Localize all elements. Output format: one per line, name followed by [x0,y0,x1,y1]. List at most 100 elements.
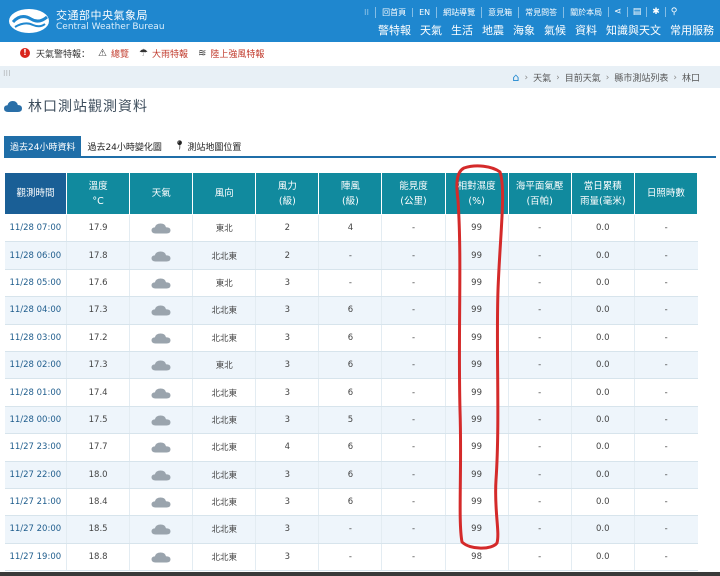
nav-knowledge[interactable]: 知識與天文 [606,22,661,38]
table-row: 11/28 00:00 17.5 北北東 3 5-99-0.0- [4,406,698,435]
humidity-cell: 99 [444,296,509,325]
obs-time-cell: 11/27 20:00 [4,515,67,544]
settings-icon[interactable]: ✱ [646,7,665,17]
col-wind-force-header-text: (級) [278,195,296,207]
wind-direction-cell: 北北東 [192,488,256,517]
wind-force-cell: 3 [255,324,319,352]
breadcrumb-current-weather[interactable]: 目前天氣 [565,71,601,84]
temperature-cell: 17.6 [66,269,130,298]
toplink-about[interactable]: 關於本局 [563,6,608,18]
home-icon[interactable]: ⌂ [513,71,520,84]
table-row: 11/27 20:00 18.5 北北東 3- -99-0.0- [4,515,698,544]
print-icon[interactable]: ▤ [626,7,647,17]
cwb-logo[interactable] [6,6,52,36]
col-obs-time-header-text: 觀測時間 [16,188,55,199]
heavy-rain-icon: ☂ [139,47,148,59]
col-sea-level-pressure-header-text: 海平面氣壓 [515,180,564,192]
warning-triangle-icon: ⚠ [98,47,107,59]
sunshine-cell: - [633,433,698,462]
cloudy-icon [151,251,171,262]
wind-direction-cell: 北北東 [192,461,256,489]
org-name-en[interactable]: Central Weather Bureau [56,22,165,32]
col-visibility-header-text: 能見度 [399,180,428,192]
main-nav: 警特報 天氣 生活 地震 海象 氣候 資料 知識與天文 常用服務 [369,22,714,38]
sunshine-cell: - [633,378,698,407]
alert-icon: ! [20,48,30,58]
sunshine-cell: - [633,543,698,572]
toplink-feedback[interactable]: 意見箱 [481,6,518,18]
nav-services[interactable]: 常用服務 [670,22,714,38]
col-temperature-header-text: °C [92,195,104,207]
share-icon[interactable]: ⋖ [608,7,627,17]
weather-cell [129,324,193,352]
pressure-cell: - [507,378,572,407]
temperature-cell: 17.8 [66,241,130,270]
gust-cell: 6 [318,351,382,380]
breadcrumb-weather[interactable]: 天氣 [533,71,551,84]
tab-past-24h-chart[interactable]: 過去24小時變化圖 [81,136,167,156]
toplink-faq[interactable]: 常見問答 [518,6,563,18]
nav-climate[interactable]: 氣候 [544,22,566,38]
visibility-cell: - [381,406,446,435]
temperature-cell: 17.2 [66,324,130,352]
obs-time-cell: 11/28 00:00 [4,406,67,435]
pressure-cell: - [507,324,572,352]
nav-life[interactable]: 生活 [451,22,473,38]
breadcrumb-separator-icon: › [524,72,529,83]
alert-strong-wind[interactable]: ≋ 陸上強風特報 [198,47,264,60]
visibility-cell: - [381,378,446,407]
rainfall-cell: 0.0 [570,461,635,489]
gust-cell: 6 [318,324,382,352]
pressure-cell: - [507,515,572,544]
alert-overview[interactable]: ⚠ 總覽 [98,47,129,60]
col-weather-header-text: 天氣 [151,188,171,199]
nav-earthquake[interactable]: 地震 [482,22,504,38]
toplink-home[interactable]: 回首頁 [375,6,412,18]
org-name-zh[interactable]: 交通部中央氣象局 [56,7,148,23]
table-row: 11/27 22:00 18.0 北北東 3 6-99-0.0- [4,461,698,489]
visibility-cell: - [381,351,446,380]
table-row: 11/27 19:00 18.8 北北東 3- -98-0.0- [4,543,698,572]
col-visibility-header: 能見度 (公里) [381,172,446,215]
temperature-cell: 18.0 [66,461,130,489]
col-temperature-header: 溫度 °C [66,172,131,215]
temperature-cell: 18.5 [66,515,130,544]
visibility-cell: - [381,214,446,243]
nav-warnings[interactable]: 警特報 [378,22,411,38]
table-row: 11/27 21:00 18.4 北北東 3 6-99-0.0- [4,488,698,517]
obs-time-cell: 11/28 03:00 [4,324,67,352]
toplink-en[interactable]: EN [412,7,436,17]
grip-icon: ⁝⁝⁝ [3,69,11,78]
cloudy-icon [151,360,171,371]
tab-station-map[interactable]: 📍︎ 測站地圖位置 [168,136,247,156]
col-sunshine-hours-header: 日照時數 [633,172,699,215]
col-relative-humidity-header-text: (%) [468,195,485,207]
toplink-sitemap[interactable]: 網站導覽 [436,6,481,18]
search-icon[interactable]: ⚲ [664,7,683,17]
nav-weather[interactable]: 天氣 [420,22,442,38]
top-links: ⁝⁝ 回首頁 EN 網站導覽 意見箱 常見問答 關於本局 ⋖ ▤ ✱ ⚲ [358,5,682,19]
tab-station-map-label: 測站地圖位置 [187,142,242,153]
cloudy-icon [151,524,171,535]
table-row: 11/28 06:00 17.8 北北東 2- -99-0.0- [4,241,698,270]
obs-time-cell: 11/28 06:00 [4,241,67,270]
map-pin-icon: 📍︎ [173,141,186,151]
humidity-cell: 99 [444,324,509,352]
sunshine-cell: - [633,515,698,544]
page-title-row: 林口測站觀測資料 [4,96,148,116]
obs-time-cell: 11/28 07:00 [4,214,67,243]
wind-direction-cell: 東北 [192,351,256,380]
humidity-cell: 98 [444,543,509,572]
sunshine-cell: - [633,214,698,243]
wind-force-cell: 3 [255,461,319,489]
breadcrumb-station-list[interactable]: 縣市測站列表 [614,71,668,84]
wind-direction-cell: 北北東 [192,296,256,325]
rainfall-cell: 0.0 [570,488,635,517]
nav-data[interactable]: 資料 [575,22,597,38]
humidity-cell: 99 [444,214,509,243]
menu-dots-icon[interactable]: ⁝⁝ [358,8,375,17]
alert-heavy-rain[interactable]: ☂ 大雨特報 [139,47,188,60]
tab-past-24h-data[interactable]: 過去24小時資料 [4,136,82,156]
nav-marine[interactable]: 海象 [513,22,535,38]
col-visibility-header-text: (公里) [400,195,427,207]
